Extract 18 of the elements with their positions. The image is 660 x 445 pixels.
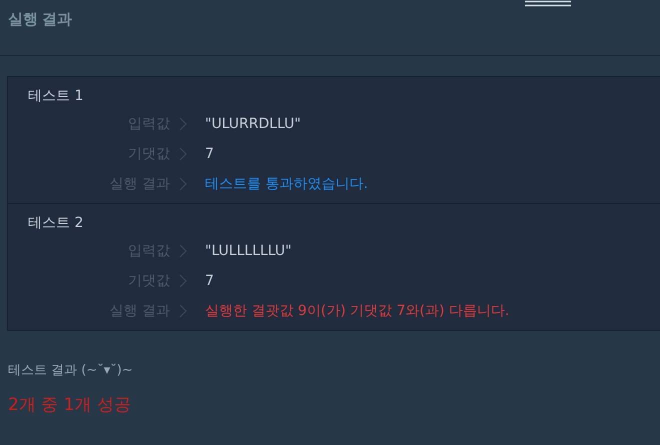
chevron-icon — [178, 147, 188, 161]
field-value: "ULURRDLLU" — [205, 116, 301, 132]
summary-label: 테스트 결과 (~˘▾˘)~ — [8, 362, 134, 379]
chevron-icon — [178, 117, 188, 131]
panel-title: 실행 결과 — [8, 10, 74, 29]
summary-result: 2개 중 1개 성공 — [8, 394, 132, 416]
chevron-icon — [178, 177, 188, 191]
test-title: 테스트 1 — [27, 87, 84, 106]
chevron-icon — [178, 304, 188, 318]
handle-icon[interactable] — [525, 0, 571, 7]
field-value: 7 — [205, 273, 214, 289]
test-title: 테스트 2 — [27, 214, 84, 233]
field-value: "LULLLLLLU" — [205, 243, 292, 259]
field-value: 7 — [205, 146, 214, 162]
result-message: 실행한 결괏값 9이(가) 기댓값 7와(과) 다릅니다. — [205, 302, 510, 320]
chevron-icon — [178, 274, 188, 288]
result-message: 테스트를 통과하였습니다. — [205, 175, 368, 193]
chevron-icon — [178, 244, 188, 258]
